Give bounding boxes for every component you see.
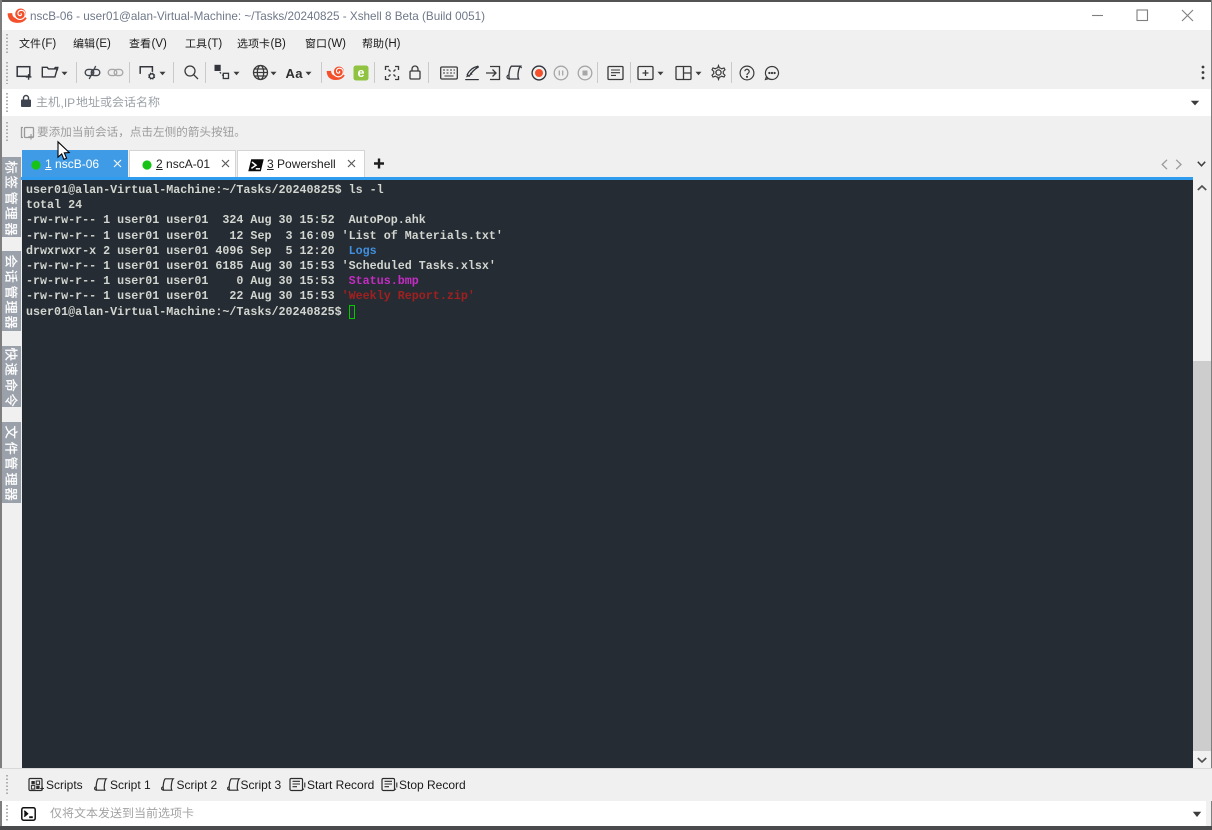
svg-text:e: e (358, 66, 365, 80)
